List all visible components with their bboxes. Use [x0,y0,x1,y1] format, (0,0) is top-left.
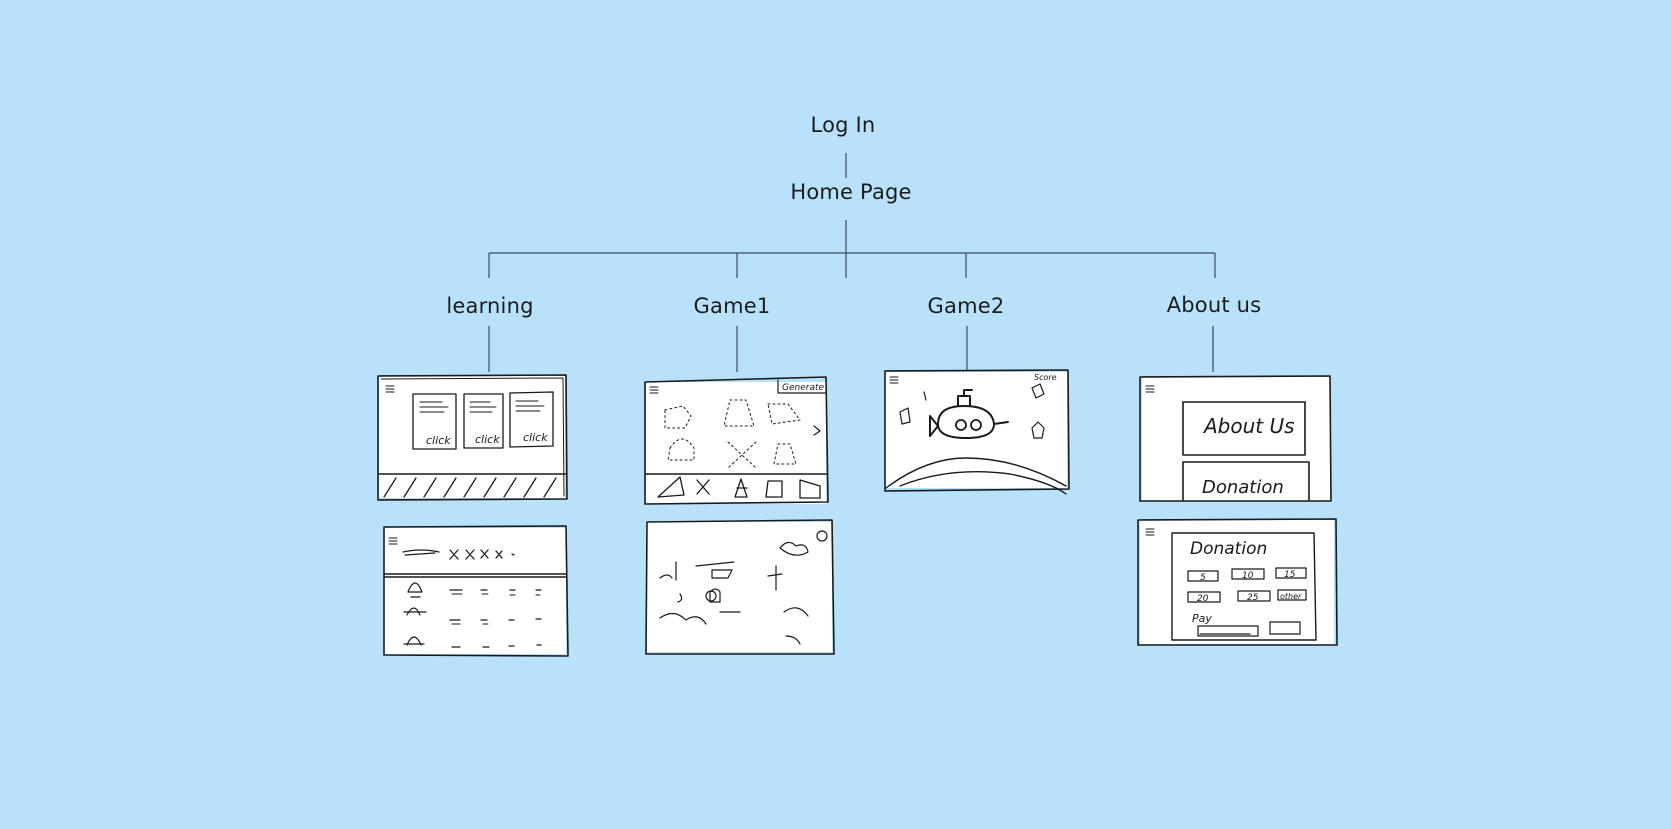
donation-amount-2: 10 [1242,571,1254,581]
donation-title-text: Donation [1190,539,1267,559]
sketch-donation-form: Donation 5 10 15 20 25 other Pay [1137,518,1338,646]
donation-amount-4: 20 [1197,594,1209,604]
donation-amount-5: 25 [1247,593,1259,603]
donation-amount-3: 15 [1284,570,1296,580]
donation-pay-text: Pay [1192,612,1212,625]
donation-amount-1: 5 [1200,573,1206,583]
sitemap-diagram: Log In Home Page learning Game1 Game2 Ab… [0,0,1671,829]
donation-amount-6: other [1280,592,1302,601]
